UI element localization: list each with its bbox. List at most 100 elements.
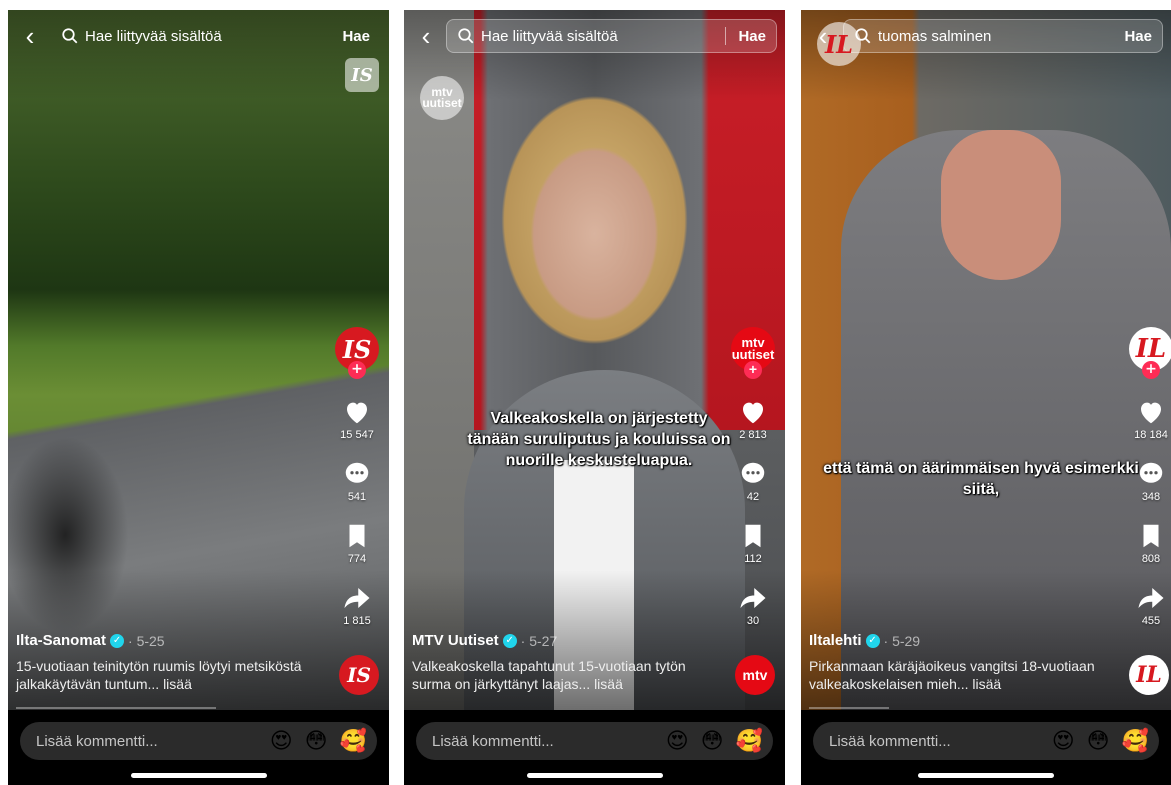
share-count: 455 xyxy=(1141,615,1161,627)
search-query: tuomas salminen xyxy=(878,27,992,45)
author-row: MTV Uutiset ✓ · 5-27 xyxy=(412,632,715,649)
verified-badge-icon: ✓ xyxy=(865,633,880,648)
flushed-emoji-button[interactable]: 😳 xyxy=(1087,728,1110,754)
flushed-emoji-button[interactable]: 😳 xyxy=(305,728,328,754)
like-count: 2 813 xyxy=(739,429,767,441)
flushed-emoji-button[interactable]: 😳 xyxy=(701,728,724,754)
search-submit-button[interactable]: Hae xyxy=(738,28,766,45)
share-arrow-icon xyxy=(1138,588,1164,608)
home-indicator[interactable] xyxy=(526,773,663,778)
search-submit-button[interactable]: Hae xyxy=(342,28,370,45)
like-button[interactable]: 15 547 xyxy=(340,397,374,441)
verified-badge-icon: ✓ xyxy=(502,633,517,648)
save-count: 112 xyxy=(744,553,762,565)
heart-eyes-emoji-button[interactable]: 😍 xyxy=(666,728,689,754)
heart-eyes-emoji-button[interactable]: 😍 xyxy=(270,728,293,754)
search-submit-button[interactable]: Hae xyxy=(1124,28,1152,45)
channel-watermark-logo: IL xyxy=(817,22,861,66)
post-date: · 5-29 xyxy=(883,632,921,649)
comment-count: 541 xyxy=(347,491,367,503)
share-arrow-icon xyxy=(344,588,370,608)
heart-icon xyxy=(743,402,763,424)
comment-bar[interactable]: Lisää kommentti... 😍 😳 🥰 xyxy=(813,722,1159,760)
author-row: Iltalehti ✓ · 5-29 xyxy=(809,632,1111,649)
back-button[interactable]: ‹ xyxy=(16,22,44,50)
sound-disc-label: mtv xyxy=(742,667,768,683)
video-caption: Valkeakoskella on järjestetty tänään sur… xyxy=(467,410,731,469)
comment-button[interactable]: 42 xyxy=(738,459,768,503)
creator-avatar[interactable]: IL + xyxy=(1129,327,1171,379)
author-name[interactable]: Ilta-Sanomat xyxy=(16,632,106,649)
bookmark-icon xyxy=(745,524,761,548)
bookmark-icon xyxy=(1143,524,1159,548)
creator-avatar[interactable]: IS + xyxy=(335,327,379,379)
author-row: Ilta-Sanomat ✓ · 5-25 xyxy=(16,632,319,649)
heart-icon xyxy=(347,402,367,424)
video-meta: Iltalehti ✓ · 5-29 Pirkanmaan käräjäoike… xyxy=(809,632,1111,693)
follow-plus-icon[interactable]: + xyxy=(1142,361,1160,379)
heart-icon xyxy=(1141,402,1161,424)
top-bar: ‹ Hae liittyvää sisältöä Hae xyxy=(412,18,777,54)
sound-disc[interactable]: IS xyxy=(339,655,379,695)
comment-count: 42 xyxy=(746,491,760,503)
home-indicator[interactable] xyxy=(918,773,1054,778)
action-rail: IS + 15 547 541 774 1 815 xyxy=(331,327,383,627)
comment-bubble-icon xyxy=(345,462,369,483)
search-bar[interactable]: Hae liittyvää sisältöä Hae xyxy=(446,19,777,53)
search-query: Hae liittyvää sisältöä xyxy=(85,27,222,45)
creator-avatar-label: mtv uutiset xyxy=(731,335,775,362)
sound-disc[interactable]: IL xyxy=(1129,655,1169,695)
bookmark-button[interactable]: 774 xyxy=(342,521,372,565)
search-bar[interactable]: tuomas salminen Hae xyxy=(843,19,1163,53)
author-name[interactable]: Iltalehti xyxy=(809,632,862,649)
video-progress-bar[interactable] xyxy=(809,707,889,709)
like-button[interactable]: 18 184 xyxy=(1134,397,1168,441)
video-player[interactable] xyxy=(801,10,1171,710)
video-caption: että tämä on äärimmäisen hyvä esimerkki … xyxy=(823,460,1139,498)
creator-avatar[interactable]: mtv uutiset + xyxy=(731,327,775,379)
back-button[interactable]: ‹ xyxy=(412,22,440,50)
video-meta: Ilta-Sanomat ✓ · 5-25 15-vuotiaan teinit… xyxy=(16,632,319,693)
bookmark-button[interactable]: 112 xyxy=(738,521,768,565)
bookmark-button[interactable]: 808 xyxy=(1136,521,1166,565)
smiling-hearts-emoji-button[interactable]: 🥰 xyxy=(1122,728,1149,754)
video-description[interactable]: Pirkanmaan käräjäoikeus vangitsi 18-vuot… xyxy=(809,657,1111,693)
comment-input[interactable]: Lisää kommentti... xyxy=(36,733,258,750)
like-count: 15 547 xyxy=(340,429,374,441)
bookmark-icon xyxy=(349,524,365,548)
sound-disc[interactable]: mtv xyxy=(735,655,775,695)
channel-watermark-logo: IS xyxy=(345,58,379,92)
share-button[interactable]: 455 xyxy=(1136,583,1166,627)
comment-button[interactable]: 541 xyxy=(342,459,372,503)
share-button[interactable]: 30 xyxy=(738,583,768,627)
speaker-head xyxy=(941,130,1061,280)
comment-bar[interactable]: Lisää kommentti... 😍 😳 🥰 xyxy=(416,722,773,760)
comment-input[interactable]: Lisää kommentti... xyxy=(829,733,1040,750)
share-count: 30 xyxy=(746,615,760,627)
comment-bar[interactable]: Lisää kommentti... 😍 😳 🥰 xyxy=(20,722,377,760)
follow-plus-icon[interactable]: + xyxy=(348,361,366,379)
smiling-hearts-emoji-button[interactable]: 🥰 xyxy=(340,728,367,754)
home-indicator[interactable] xyxy=(130,773,267,778)
video-description[interactable]: Valkeakoskella tapahtunut 15-vuotiaan ty… xyxy=(412,657,715,693)
smiling-hearts-emoji-button[interactable]: 🥰 xyxy=(736,728,763,754)
author-name[interactable]: MTV Uutiset xyxy=(412,632,499,649)
search-bar[interactable]: Hae liittyvää sisältöä Hae xyxy=(50,19,381,53)
sound-disc-label: IS xyxy=(347,663,371,687)
screen-ilta-sanomat: ‹ Hae liittyvää sisältöä Hae IS IS + 15 … xyxy=(8,10,389,785)
video-meta: MTV Uutiset ✓ · 5-27 Valkeakoskella tapa… xyxy=(412,632,715,693)
search-query: Hae liittyvää sisältöä xyxy=(481,27,618,45)
save-count: 808 xyxy=(1141,553,1161,565)
heart-eyes-emoji-button[interactable]: 😍 xyxy=(1052,728,1075,754)
video-progress-bar[interactable] xyxy=(16,707,216,709)
video-description[interactable]: 15-vuotiaan teinitytön ruumis löytyi met… xyxy=(16,657,319,693)
comment-input[interactable]: Lisää kommentti... xyxy=(432,733,654,750)
follow-plus-icon[interactable]: + xyxy=(744,361,762,379)
comment-bubble-icon xyxy=(741,462,765,483)
top-bar: ‹ Hae liittyvää sisältöä Hae xyxy=(16,18,381,54)
post-date: · 5-27 xyxy=(520,632,558,649)
share-button[interactable]: 1 815 xyxy=(342,583,372,627)
share-arrow-icon xyxy=(740,588,766,608)
like-button[interactable]: 2 813 xyxy=(738,397,768,441)
screen-iltalehti: ‹ tuomas salminen Hae IL IL + 18 184 348… xyxy=(801,10,1171,785)
